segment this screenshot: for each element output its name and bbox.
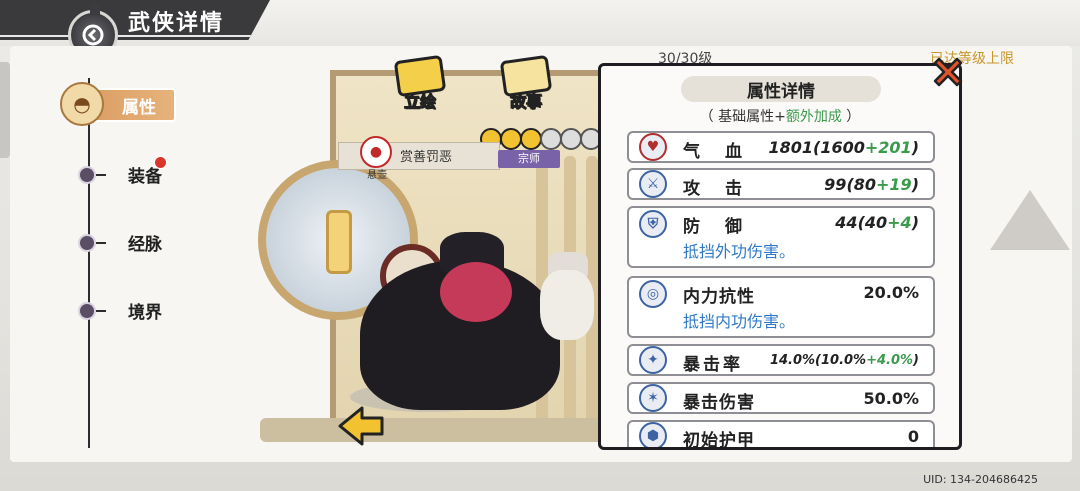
- panel-title-wrap: 属性详情: [681, 76, 881, 102]
- subtitle-prefix: （ 基础属性+: [699, 109, 786, 125]
- mountain-decoration: [990, 190, 1070, 250]
- stat-row-crit-damage: ✶ 暴击伤害 50.0%: [627, 382, 935, 414]
- heart-icon: ♥: [639, 133, 667, 161]
- sect-emblem-label: 悬壶: [367, 170, 387, 181]
- stat-name: 攻 击: [683, 179, 746, 199]
- nav-item-attributes-label: 属性: [122, 98, 156, 118]
- stat-row-initial-armor: ⬢ 初始护甲 0: [627, 420, 935, 450]
- sword-icon: ⚔: [639, 170, 667, 198]
- stat-description: 抵挡外功伤害。: [683, 242, 796, 261]
- nav-tick: [96, 241, 106, 244]
- nav-dot-icon: [78, 301, 96, 320]
- stat-value: 50.0%: [863, 389, 919, 408]
- crit-icon: ✦: [639, 346, 667, 374]
- stat-name: 内力抗性: [683, 287, 755, 307]
- nav-tick: [96, 173, 106, 176]
- page-title: 武侠详情: [128, 11, 225, 36]
- star-pip: [540, 128, 562, 150]
- hero-face: [440, 262, 512, 322]
- nav-item-meridians[interactable]: 经脉: [78, 230, 162, 255]
- notification-badge: [154, 156, 167, 169]
- panel-subtitle: （ 基础属性+额外加成 ）: [601, 106, 959, 126]
- stat-value: 1801(1600+201): [768, 138, 920, 157]
- nav-item-equipment[interactable]: 装备: [78, 162, 162, 187]
- stat-name: 暴击率: [683, 355, 743, 375]
- sect-emblem-icon: ●: [360, 136, 392, 168]
- star-pip: [520, 128, 542, 150]
- prev-hero-arrow-icon[interactable]: [336, 404, 386, 448]
- elder-character: [540, 270, 594, 340]
- stat-value: 0: [907, 427, 919, 446]
- lantern: [326, 210, 352, 274]
- armor-icon: ⬢: [639, 422, 667, 447]
- uid-text: UID: 134-204686425: [923, 473, 1038, 486]
- stat-row-internal-resistance: ◎ 内力抗性 20.0% 抵挡内功伤害。: [627, 276, 935, 338]
- rank-badge: 宗师: [498, 150, 560, 168]
- attribute-detail-panel: 属性详情 （ 基础属性+额外加成 ） ♥ 气 血 1801(1600+201) …: [598, 63, 962, 450]
- close-button[interactable]: [928, 52, 968, 92]
- stat-row-hp: ♥ 气 血 1801(1600+201): [627, 131, 935, 163]
- stat-value: 99(80+19): [824, 175, 919, 194]
- hat-icon: ◓: [60, 82, 104, 126]
- nav-item-realm[interactable]: 境界: [78, 298, 162, 323]
- crit-damage-icon: ✶: [639, 384, 667, 412]
- nav-dot-icon: [78, 165, 96, 184]
- back-arrow-icon: [82, 24, 104, 46]
- shield-icon: ⛨: [639, 210, 667, 238]
- side-handle[interactable]: [0, 62, 10, 158]
- nav-item-label: 经脉: [128, 235, 162, 255]
- hero-title: 赏善罚恶: [400, 150, 453, 165]
- tab-portrait[interactable]: 立绘: [390, 54, 450, 114]
- nav-item-label: 境界: [128, 303, 162, 323]
- top-header: 武侠详情: [0, 0, 1080, 46]
- stat-description: 抵挡内功伤害。: [683, 312, 796, 331]
- subtitle-bonus: 额外加成: [785, 109, 842, 125]
- stat-name: 暴击伤害: [683, 393, 755, 413]
- stat-row-crit-rate: ✦ 暴击率 14.0%(10.0%+4.0%): [627, 344, 935, 376]
- stat-value: 44(40+4): [835, 213, 919, 232]
- subtitle-suffix: ）: [841, 109, 861, 125]
- stat-value: 14.0%(10.0%+4.0%): [769, 353, 919, 368]
- stat-name: 防 御: [683, 217, 746, 237]
- star-pip: [560, 128, 582, 150]
- stat-value: 20.0%: [863, 283, 919, 302]
- swirl-icon: ◎: [639, 280, 667, 308]
- panel-title: 属性详情: [747, 81, 815, 102]
- stat-name: 初始护甲: [683, 431, 755, 450]
- tab-story[interactable]: 故事: [496, 54, 556, 114]
- star-pip: [500, 128, 522, 150]
- stat-row-defense: ⛨ 防 御 44(40+4) 抵挡外功伤害。: [627, 206, 935, 268]
- close-icon: [933, 57, 963, 87]
- scroll-icon: [393, 54, 447, 98]
- book-icon: [499, 54, 553, 98]
- nav-dot-icon: [78, 233, 96, 252]
- nav-line: [88, 78, 90, 448]
- stat-row-attack: ⚔ 攻 击 99(80+19): [627, 168, 935, 200]
- stat-name: 气 血: [683, 142, 746, 162]
- nav-tick: [96, 309, 106, 312]
